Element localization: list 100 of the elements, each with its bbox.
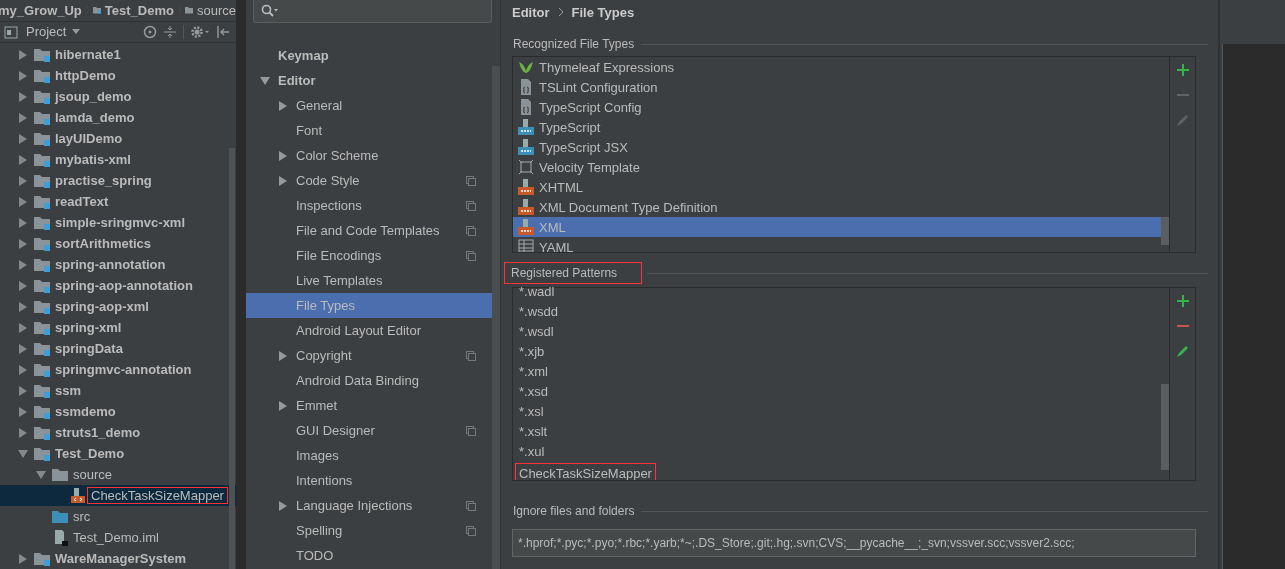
settings-item[interactable]: General — [246, 93, 492, 118]
collapsed-arrow-icon[interactable] — [278, 350, 288, 361]
collapsed-arrow-icon[interactable] — [18, 196, 28, 207]
pattern-item[interactable]: *.wsdl — [516, 321, 557, 341]
collapsed-arrow-icon[interactable] — [18, 70, 28, 81]
breadcrumb-item[interactable]: Test_Demo — [104, 3, 174, 18]
pattern-item[interactable]: CheckTaskSizeMapper — [516, 463, 655, 480]
panel-title[interactable]: Project — [26, 24, 67, 40]
collapsed-arrow-icon[interactable] — [18, 301, 28, 312]
collapsed-arrow-icon[interactable] — [18, 385, 28, 396]
collapsed-arrow-icon[interactable] — [18, 322, 28, 333]
caret-icon[interactable] — [72, 29, 81, 35]
tree-item-label[interactable]: lamda_demo — [52, 110, 138, 125]
pattern-item[interactable]: *.xsl — [516, 401, 547, 421]
tree-item-label[interactable]: source — [70, 467, 116, 482]
tree-item-label[interactable]: src — [70, 509, 94, 524]
file-type-item[interactable]: XML Document Type Definition — [513, 197, 1161, 217]
tree-item-label[interactable]: readText — [52, 194, 112, 209]
pattern-item[interactable]: *.xml — [516, 361, 551, 381]
tree-item-label[interactable]: spring-aop-annotation — [52, 278, 196, 293]
settings-item[interactable]: Intentions — [246, 468, 492, 493]
settings-item[interactable]: Editor — [246, 68, 492, 93]
settings-item[interactable]: Images — [246, 443, 492, 468]
tree-item-label[interactable]: httpDemo — [52, 68, 119, 83]
pattern-item[interactable]: *.xsd — [516, 381, 551, 401]
collapsed-arrow-icon[interactable] — [18, 259, 28, 270]
tree-item-label[interactable]: hibernate1 — [52, 47, 124, 62]
tree-item-label[interactable]: layUIDemo — [52, 131, 126, 146]
collapsed-arrow-icon[interactable] — [18, 343, 28, 354]
collapsed-arrow-icon[interactable] — [18, 175, 28, 186]
scrollbar-thumb[interactable] — [229, 148, 235, 569]
settings-item[interactable]: File Encodings — [246, 243, 492, 268]
settings-item[interactable]: Emmet — [246, 393, 492, 418]
collapsed-arrow-icon[interactable] — [18, 406, 28, 417]
hide-panel-icon[interactable] — [216, 25, 230, 39]
collapsed-arrow-icon[interactable] — [18, 133, 28, 144]
file-type-item[interactable]: Thymeleaf Expressions — [513, 57, 1161, 77]
expanded-arrow-icon[interactable] — [36, 469, 46, 480]
file-type-item[interactable]: XHTML — [513, 177, 1161, 197]
collapsed-arrow-icon[interactable] — [278, 100, 288, 111]
locate-icon[interactable] — [143, 25, 157, 39]
tree-item-label[interactable]: spring-annotation — [52, 257, 169, 272]
breadcrumb-item[interactable]: source — [196, 3, 236, 18]
tree-item-label[interactable]: springmvc-annotation — [52, 362, 195, 377]
file-type-item[interactable]: TSLint Configuration — [513, 77, 1161, 97]
settings-item[interactable]: File and Code Templates — [246, 218, 492, 243]
settings-item[interactable]: Spelling — [246, 518, 492, 543]
pattern-item[interactable]: *.wadl — [516, 281, 558, 301]
tree-item-label[interactable]: spring-xml — [52, 320, 125, 335]
tree-item-label[interactable]: sortArithmetics — [52, 236, 155, 251]
pencil-icon[interactable] — [1175, 113, 1190, 127]
settings-item[interactable]: Language Injections — [246, 493, 492, 518]
search-field[interactable] — [253, 0, 492, 23]
collapsed-arrow-icon[interactable] — [18, 427, 28, 438]
collapsed-arrow-icon[interactable] — [18, 154, 28, 165]
collapsed-arrow-icon[interactable] — [278, 500, 288, 511]
collapsed-arrow-icon[interactable] — [18, 364, 28, 375]
collapsed-arrow-icon[interactable] — [278, 175, 288, 186]
expanded-arrow-icon[interactable] — [18, 448, 28, 459]
collapsed-arrow-icon[interactable] — [18, 112, 28, 123]
settings-item[interactable]: Android Layout Editor — [246, 318, 492, 343]
settings-item[interactable]: Inspections — [246, 193, 492, 218]
file-type-item[interactable]: TypeScript Config — [513, 97, 1161, 117]
tree-item-label[interactable]: spring-aop-xml — [52, 299, 152, 314]
settings-item[interactable]: Font — [246, 118, 492, 143]
collapsed-arrow-icon[interactable] — [278, 400, 288, 411]
expanded-arrow-icon[interactable] — [260, 75, 270, 86]
settings-item[interactable]: Copyright — [246, 343, 492, 368]
tree-item-label[interactable]: mybatis-xml — [52, 152, 134, 167]
tree-item-label[interactable]: WareManagerSystem — [52, 551, 189, 566]
pattern-item[interactable]: *.wsdd — [516, 301, 562, 321]
settings-item[interactable]: Code Style — [246, 168, 492, 193]
add-icon[interactable] — [1175, 63, 1190, 77]
tree-item-label[interactable]: jsoup_demo — [52, 89, 135, 104]
file-type-item[interactable]: TypeScript — [513, 117, 1161, 137]
collapsed-arrow-icon[interactable] — [18, 280, 28, 291]
tree-item-label[interactable]: simple-sringmvc-xml — [52, 215, 189, 230]
collapsed-arrow-icon[interactable] — [278, 150, 288, 161]
file-type-item[interactable]: YAML — [513, 237, 1161, 252]
collapse-all-icon[interactable] — [163, 25, 177, 39]
tree-item-label[interactable]: struts1_demo — [52, 425, 144, 440]
collapsed-arrow-icon[interactable] — [18, 49, 28, 60]
tree-item-label[interactable]: springData — [52, 341, 126, 356]
settings-item[interactable]: GUI Designer — [246, 418, 492, 443]
input-field[interactable]: *.hprof;*.pyc;*.pyo;*.rbc;*.yarb;*~;.DS_Store;.git;.hg;.svn;CVS;__pycache__;_svn;vssver.scc;vssver2.scc; — [512, 529, 1196, 557]
tree-item-label[interactable]: Test_Demo — [52, 446, 128, 461]
settings-item[interactable]: Android Data Binding — [246, 368, 492, 393]
settings-icon[interactable] — [190, 25, 210, 39]
pattern-item[interactable]: *.xslt — [516, 421, 551, 441]
scrollbar-thumb[interactable] — [1161, 217, 1169, 245]
add-icon[interactable] — [1175, 294, 1190, 308]
file-type-item[interactable]: TypeScript JSX — [513, 137, 1161, 157]
scrollbar-thumb[interactable] — [1161, 384, 1169, 470]
file-type-item[interactable]: Velocity Template — [513, 157, 1161, 177]
collapsed-arrow-icon[interactable] — [18, 91, 28, 102]
settings-item[interactable]: Keymap — [246, 43, 492, 68]
settings-item[interactable]: Live Templates — [246, 268, 492, 293]
collapsed-arrow-icon[interactable] — [18, 238, 28, 249]
pattern-item[interactable]: *.xul — [516, 441, 548, 461]
collapsed-arrow-icon[interactable] — [18, 553, 28, 564]
